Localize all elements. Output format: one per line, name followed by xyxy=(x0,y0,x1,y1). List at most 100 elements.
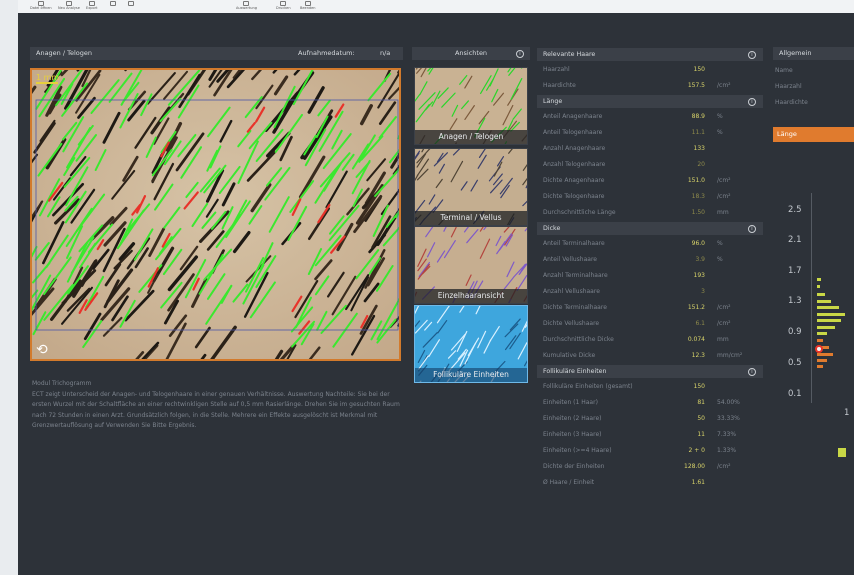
row-value: 1.50 xyxy=(691,209,705,216)
table-row: Dichte der Einheiten 128.00/cm² xyxy=(537,459,763,475)
row-value: 81 xyxy=(697,399,705,406)
row-unit: /cm² xyxy=(717,82,731,89)
row-label: Anteil Anagenhaare xyxy=(543,113,603,120)
info-icon[interactable]: i xyxy=(748,97,756,106)
legend-swatch xyxy=(838,448,846,457)
table-row: Anteil Anagenhaare 88.9% xyxy=(537,109,763,125)
row-label: Anzahl Telogenhaare xyxy=(543,161,606,168)
section-title: Länge xyxy=(543,98,563,105)
toolbar-button-5[interactable] xyxy=(128,1,134,6)
row-unit: mm/cm² xyxy=(717,352,743,359)
row-unit: % xyxy=(717,256,723,263)
histogram-bar xyxy=(817,313,845,316)
trichogram-image[interactable]: 1 mm ⟲ xyxy=(30,68,401,361)
axis-tick: 1 xyxy=(844,408,850,418)
axis-tick: 1.7 xyxy=(788,266,802,276)
row-value: 18.3 xyxy=(691,193,705,200)
toolbar-button-open[interactable]: Datei öffnen xyxy=(30,1,52,10)
toolbar-button-report[interactable]: Auswertung xyxy=(236,1,257,10)
info-icon[interactable]: i xyxy=(516,49,524,58)
table-row: Anzahl Anagenhaare 133 xyxy=(537,141,763,157)
histogram-bar xyxy=(817,339,823,342)
histogram-bar xyxy=(817,332,827,335)
row-unit: /cm² xyxy=(717,193,731,200)
row-unit: 1.33% xyxy=(717,447,737,454)
row-value: 12.3 xyxy=(691,352,705,359)
histogram-bar xyxy=(817,326,835,329)
views-title: Ansichten xyxy=(454,49,488,57)
row-value: 150 xyxy=(693,66,705,73)
section-title: Relevante Haare xyxy=(543,51,596,58)
table-row: Dichte Anagenhaare 151.0/cm² xyxy=(537,173,763,189)
row-value: 133 xyxy=(693,145,705,152)
row-value: 20 xyxy=(697,161,705,168)
scale-label: 1 mm xyxy=(36,73,60,82)
image-panel-title: Anagen / Telogen xyxy=(36,49,93,57)
length-tab[interactable]: Länge xyxy=(773,127,854,142)
row-label: Durchschnittliche Länge xyxy=(543,209,616,216)
toolbar-button-4[interactable] xyxy=(110,1,116,6)
view-label: Einzelhaaransicht xyxy=(415,289,527,303)
info-icon[interactable]: i xyxy=(748,224,756,233)
histogram-bar xyxy=(817,306,839,309)
view-thumb-follicular-units[interactable]: Follikuläre Einheiten xyxy=(414,305,528,383)
module-description: Modul Trichogramm ECT zeigt Unterscheid … xyxy=(32,379,408,432)
app-window: Anagen / Telogen Aufnahmedatum: n/a 1 mm… xyxy=(18,13,854,575)
toolbar-button-exit[interactable]: Beenden xyxy=(300,1,316,10)
toolbar-button-export[interactable]: Export xyxy=(86,1,97,10)
info-icon[interactable]: i xyxy=(748,367,756,376)
table-row: Anzahl Telogenhaare 20 xyxy=(537,157,763,173)
table-row: Kumulative Dicke 12.3 mm/cm² xyxy=(537,348,763,364)
table-row: Follikuläre Einheiten (gesamt) 150 xyxy=(537,379,763,395)
table-row: Dichte Terminalhaare 151.2/cm² xyxy=(537,300,763,316)
table-row: Dichte Telogenhaare 18.3/cm² xyxy=(537,189,763,205)
toolbar-label: Export xyxy=(86,6,98,10)
info-icon[interactable]: i xyxy=(748,50,756,59)
histogram-bar xyxy=(817,365,823,368)
row-unit: /cm² xyxy=(717,177,731,184)
histogram-bar xyxy=(817,359,827,362)
row-label: Anzahl Terminalhaare xyxy=(543,272,608,279)
table-row: Einheiten (1 Haar) 81 54.00% xyxy=(537,395,763,411)
histogram-bar xyxy=(817,319,841,322)
histogram-bar xyxy=(817,285,820,288)
row-value: 6.1 xyxy=(695,320,705,327)
view-label: Anagen / Telogen xyxy=(415,130,527,144)
table-row: Dichte Vellushaare 6.1/cm² xyxy=(537,316,763,332)
section-header: Follikuläre Einheiten i xyxy=(537,365,763,378)
row-label: Einheiten (2 Haare) xyxy=(543,415,602,422)
axis-tick: 1.3 xyxy=(788,296,802,306)
table-row: Haarzahl 150 xyxy=(537,62,763,78)
view-thumb-anagen-telogen[interactable]: Anagen / Telogen xyxy=(414,67,528,145)
table-row: Einheiten (3 Haare) 11 7.33% xyxy=(537,427,763,443)
toolbar-button-print[interactable]: Drucken xyxy=(276,1,291,10)
table-row: Anzahl Terminalhaare 193 xyxy=(537,268,763,284)
rotate-icon[interactable]: ⟲ xyxy=(36,342,48,358)
row-unit: % xyxy=(717,129,723,136)
row-value: 88.9 xyxy=(691,113,705,120)
row-label: Dichte Anagenhaare xyxy=(543,177,605,184)
tool-icon xyxy=(110,1,116,6)
axis-tick: 0.9 xyxy=(788,327,802,337)
section-title: Dicke xyxy=(543,225,561,232)
table-row: Anteil Vellushaare 3.9% xyxy=(537,252,763,268)
row-value: 96.0 xyxy=(691,240,705,247)
row-unit: /cm² xyxy=(717,320,731,327)
toolbar-button-new[interactable]: Neu Analyse xyxy=(58,1,80,10)
row-label: Anteil Vellushaare xyxy=(543,256,597,263)
row-label: Follikuläre Einheiten (gesamt) xyxy=(543,383,633,390)
toolbar: Datei öffnen Neu Analyse Export Auswertu… xyxy=(18,0,854,13)
view-thumb-terminal-vellus[interactable]: Terminal / Vellus xyxy=(414,148,528,226)
row-value: 50 xyxy=(697,415,705,422)
general-row-density: Haardichte xyxy=(775,99,808,106)
row-unit: mm xyxy=(717,209,729,216)
row-label: Ø Haare / Einheit xyxy=(543,479,595,486)
row-value: 11.1 xyxy=(691,129,705,136)
view-thumb-single-hair[interactable]: Einzelhaaransicht xyxy=(414,226,528,304)
row-value: 3 xyxy=(701,288,705,295)
row-unit: /cm² xyxy=(717,463,731,470)
row-value: 11 xyxy=(697,431,705,438)
axis-tick: 2.5 xyxy=(788,205,802,215)
section-header: Dicke i xyxy=(537,222,763,235)
histogram-bar xyxy=(817,300,831,303)
